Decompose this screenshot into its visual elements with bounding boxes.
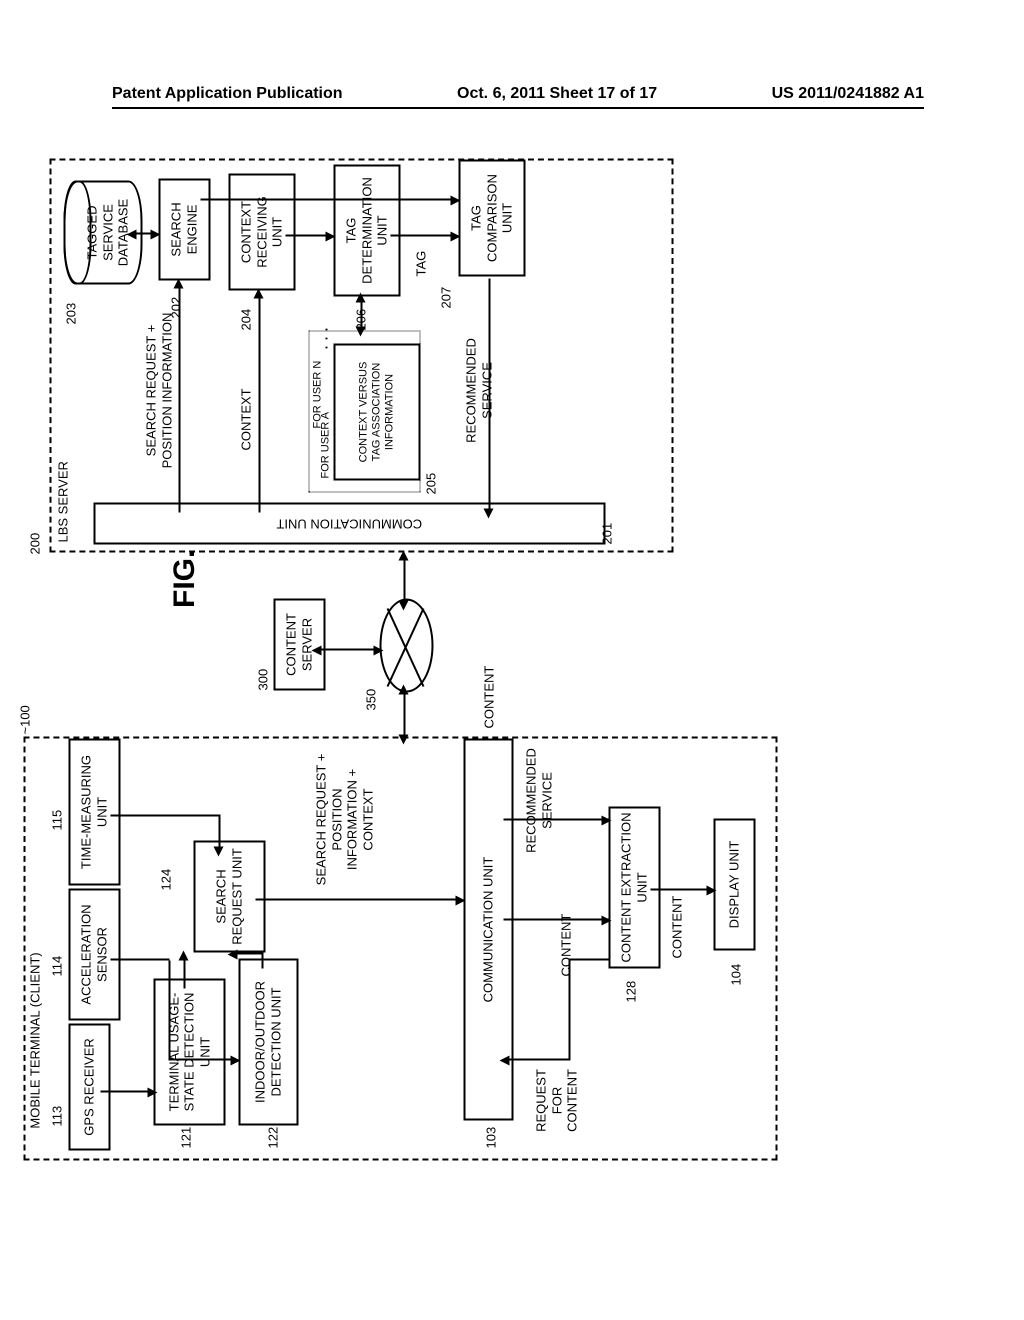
- assoc-user-a: FOR USER A CONTEXT VERSUS TAG ASSOCIATIO…: [334, 344, 421, 481]
- arrow-request-content: REQUEST FOR CONTENT: [534, 1061, 581, 1141]
- search-engine: SEARCH ENGINE: [159, 179, 211, 281]
- context-receiving: CONTEXT RECEIVING UNIT: [229, 174, 296, 291]
- search-request-unit: SEARCH REQUEST UNIT: [194, 841, 266, 953]
- client-group: [24, 737, 778, 1161]
- server-comm: COMMUNICATION UNIT: [94, 503, 606, 545]
- arrow-search-context: SEARCH REQUEST + POSITION INFORMATION + …: [314, 745, 376, 895]
- tag-determination: TAG DETERMINATION UNIT: [334, 165, 401, 297]
- server-title: LBS SERVER: [56, 461, 72, 542]
- arrow-content-right: CONTENT: [482, 666, 498, 729]
- ellipsis-icon: ···: [316, 324, 337, 351]
- assoc-user-n: FOR USER N: [312, 361, 325, 429]
- gps-receiver: GPS RECEIVER: [69, 1024, 111, 1151]
- time-unit: TIME-MEASURING UNIT: [69, 739, 121, 886]
- tag-comparison: TAG COMPARISON UNIT: [459, 160, 526, 277]
- display-ref: 104: [729, 964, 745, 986]
- tag-comp-ref: 207: [439, 287, 455, 309]
- indoor-outdoor-ref: 122: [266, 1127, 282, 1149]
- context-recv-ref: 204: [239, 309, 255, 331]
- extraction-ref: 128: [624, 981, 640, 1003]
- server-comm-ref: 201: [600, 523, 616, 545]
- time-ref: 115: [50, 810, 66, 831]
- gps-ref: 113: [50, 1106, 66, 1127]
- content-extraction: CONTENT EXTRACTION UNIT: [609, 807, 661, 969]
- content-server-ref: 300: [256, 669, 272, 691]
- accel-sensor: ACCELERATION SENSOR: [69, 889, 121, 1021]
- search-req-ref: 124: [159, 869, 175, 891]
- accel-ref: 114: [50, 956, 66, 977]
- client-title: MOBILE TERMINAL (CLIENT): [28, 931, 44, 1151]
- client-ref: ~100: [18, 705, 34, 734]
- arrow-context: CONTEXT: [239, 388, 255, 450]
- header-right: US 2011/0241882 A1: [772, 85, 924, 103]
- arrow-content-disp: CONTENT: [670, 896, 686, 959]
- server-ref: 200: [28, 533, 44, 555]
- comm-ref: 103: [484, 1127, 500, 1149]
- tagged-db-ref: 203: [64, 303, 80, 325]
- header-left: Patent Application Publication: [112, 85, 343, 103]
- arrow-search-pos: SEARCH REQUEST + POSITION INFORMATION: [144, 301, 175, 481]
- content-server: CONTENT SERVER: [274, 599, 326, 691]
- arrow-rec-service-server: RECOMMENDED SERVICE: [464, 321, 495, 461]
- assoc-ref: 205: [424, 473, 440, 495]
- system-diagram: MOBILE TERMINAL (CLIENT) ~100 113 GPS RE…: [14, 161, 784, 1161]
- network-ref: 350: [364, 689, 380, 711]
- indoor-outdoor: INDOOR/OUTDOOR DETECTION UNIT: [239, 959, 299, 1126]
- header-center: Oct. 6, 2011 Sheet 17 of 17: [457, 85, 657, 103]
- terminal-usage: TERMINAL USAGE-STATE DETECTION UNIT: [154, 979, 226, 1126]
- display-unit: DISPLAY UNIT: [714, 819, 756, 951]
- arrow-rec-service: RECOMMENDED SERVICE: [524, 741, 555, 861]
- arrow-tag: TAG: [414, 251, 430, 277]
- arrow-content-down: CONTENT: [559, 914, 575, 977]
- terminal-usage-ref: 121: [179, 1127, 195, 1149]
